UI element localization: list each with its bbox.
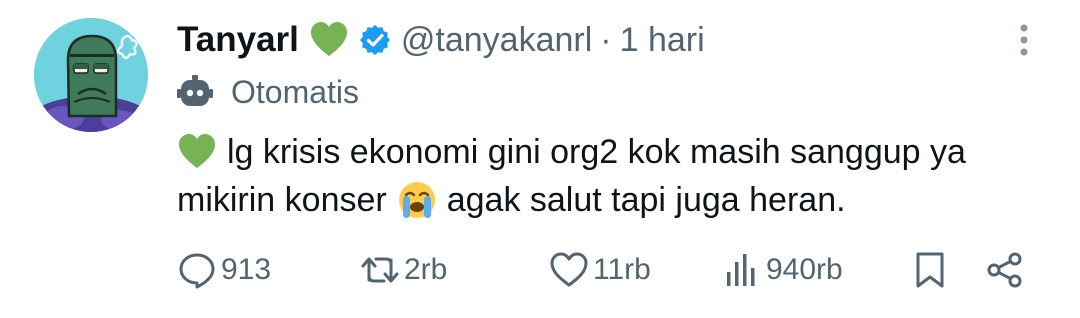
bot-icon bbox=[177, 74, 213, 110]
tweet-timestamp[interactable]: 1 hari bbox=[620, 21, 705, 60]
tweet-actions: 913 2rb 11rb 940rb bbox=[177, 246, 1037, 294]
repost-count: 2rb bbox=[404, 253, 448, 286]
reply-button[interactable]: 913 bbox=[177, 246, 271, 294]
like-count: 11rb bbox=[593, 253, 651, 286]
like-button[interactable]: 11rb bbox=[549, 246, 651, 294]
green-heart-icon bbox=[309, 20, 349, 60]
automated-label-text: Otomatis bbox=[231, 73, 360, 110]
heart-icon bbox=[550, 252, 588, 287]
tweet-text-part-3: agak salut tapi juga heran. bbox=[446, 181, 846, 219]
repost-button[interactable]: 2rb bbox=[360, 246, 447, 294]
bookmark-icon bbox=[916, 252, 944, 288]
green-heart-icon bbox=[177, 132, 217, 172]
more-vertical-icon bbox=[1020, 24, 1028, 56]
view-count: 940rb bbox=[766, 253, 843, 286]
reply-count: 913 bbox=[221, 253, 272, 286]
analytics-icon bbox=[727, 254, 755, 286]
verified-badge-icon[interactable] bbox=[359, 24, 391, 56]
reply-icon bbox=[179, 253, 215, 289]
tweet-text: lg krisis ekonomi gini org2 kok masih sa… bbox=[177, 128, 1057, 224]
loudly-crying-face-icon bbox=[397, 180, 437, 220]
more-options-button[interactable] bbox=[1012, 22, 1036, 58]
tweet-text-line-1: lg krisis ekonomi gini org2 kok masih sa… bbox=[177, 128, 1057, 176]
repost-icon bbox=[361, 257, 399, 283]
share-button[interactable] bbox=[985, 246, 1025, 294]
tweet-header: Tanyarl @tanyakanrl · 1 hari bbox=[177, 18, 705, 62]
tweet[interactable]: Tanyarl @tanyakanrl · 1 hari Otomatis lg… bbox=[0, 0, 1080, 318]
views-button[interactable]: 940rb bbox=[722, 246, 843, 294]
avatar[interactable] bbox=[34, 18, 148, 132]
tweet-text-part-1: lg krisis ekonomi gini org2 kok masih sa… bbox=[227, 133, 966, 171]
bookmark-button[interactable] bbox=[910, 246, 950, 294]
tweet-text-line-2: mikirin konser agak salut tapi juga hera… bbox=[177, 176, 1057, 224]
author-display-name[interactable]: Tanyarl bbox=[177, 20, 299, 60]
author-handle[interactable]: @tanyakanrl bbox=[401, 21, 592, 60]
header-separator: · bbox=[600, 20, 612, 59]
share-icon bbox=[987, 252, 1022, 288]
avatar-image bbox=[34, 18, 148, 132]
automated-account-label[interactable]: Otomatis bbox=[177, 72, 359, 112]
tweet-text-part-2: mikirin konser bbox=[177, 181, 387, 219]
